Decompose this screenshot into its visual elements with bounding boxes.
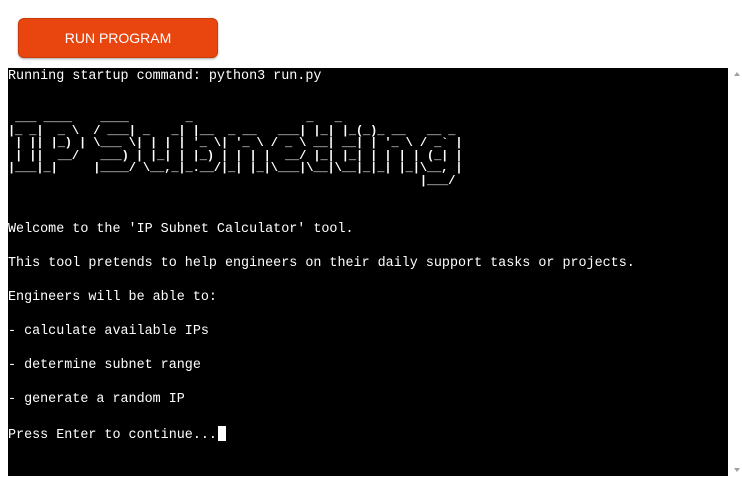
terminal[interactable]: Running startup command: python3 run.py … (8, 68, 728, 476)
text-cursor (217, 426, 226, 441)
capabilities-intro-line: Engineers will be able to: (8, 290, 217, 305)
description-line: This tool pretends to help engineers on … (8, 256, 635, 271)
ascii-banner: ___ ____ ____ _ _ _ |_ _| _ \ / ___| _ _… (8, 111, 463, 188)
startup-command-line: Running startup command: python3 run.py (8, 69, 322, 84)
scroll-up-arrow-icon[interactable] (734, 72, 740, 76)
run-program-button[interactable]: RUN PROGRAM (18, 18, 218, 58)
continue-prompt-text: Press Enter to continue... (8, 428, 217, 443)
capability-item: - generate a random IP (8, 392, 185, 407)
continue-prompt-line[interactable]: Press Enter to continue... (8, 426, 226, 444)
capability-item: - calculate available IPs (8, 324, 209, 339)
scroll-down-arrow-icon[interactable] (734, 468, 740, 472)
welcome-line: Welcome to the 'IP Subnet Calculator' to… (8, 222, 354, 237)
capability-item: - determine subnet range (8, 358, 201, 373)
terminal-scrollbar[interactable] (732, 68, 742, 476)
